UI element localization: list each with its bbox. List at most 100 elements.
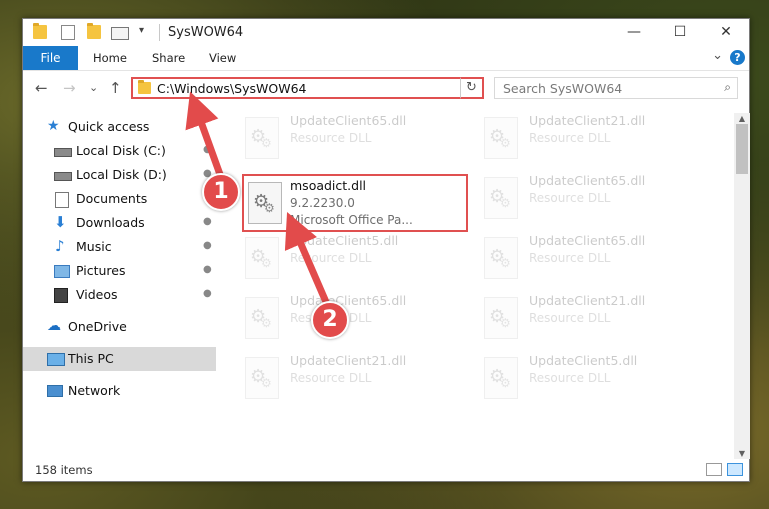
folder-icon [138, 80, 151, 94]
file-name: UpdateClient65.dll [529, 233, 646, 248]
sidebar-item-quick-access[interactable]: ★ Quick access [23, 115, 216, 139]
drive-icon [54, 172, 72, 181]
dll-file-icon [484, 357, 518, 399]
dll-file-icon [245, 297, 279, 339]
properties-icon[interactable] [61, 25, 75, 40]
sidebar-item-local-disk-d[interactable]: Local Disk (D:) ● [23, 163, 216, 187]
file-name: UpdateClient5.dll [529, 353, 638, 368]
vertical-scrollbar[interactable]: ▲ ▼ [734, 113, 750, 459]
sidebar-item-label: This PC [68, 351, 114, 366]
sidebar-item-label: Quick access [68, 119, 150, 134]
forward-button[interactable]: → [63, 80, 76, 96]
search-box[interactable]: Search SysWOW64 ⌕ [494, 77, 738, 99]
file-type: Resource DLL [290, 371, 372, 385]
sidebar-item-local-disk-c[interactable]: Local Disk (C:) ● [23, 139, 216, 163]
sidebar-item-documents[interactable]: Documents ● [23, 187, 216, 211]
file-name: UpdateClient21.dll [529, 113, 646, 128]
file-type: Resource DLL [529, 191, 611, 205]
navigation-bar: ← → ⌄ ↑ C:\Windows\SysWOW64 ⌄ ↻ Search S… [23, 70, 749, 106]
file-item[interactable]: UpdateClient65.dll Resource DLL [476, 173, 706, 227]
status-bar: 158 items [23, 459, 749, 482]
large-icons-view-icon[interactable] [727, 463, 743, 476]
sidebar-item-label: Local Disk (C:) [76, 143, 166, 158]
sidebar-item-network[interactable]: Network [23, 379, 216, 403]
sidebar-item-this-pc[interactable]: This PC [23, 347, 216, 371]
address-bar[interactable]: C:\Windows\SysWOW64 ⌄ [131, 77, 481, 99]
help-icon[interactable]: ? [730, 50, 745, 65]
sidebar-item-label: Network [68, 383, 121, 398]
file-type: Resource DLL [529, 311, 611, 325]
file-list: UpdateClient65.dll Resource DLL UpdateCl… [237, 113, 731, 459]
file-type: Resource DLL [529, 251, 611, 265]
details-view-icon[interactable] [706, 463, 722, 476]
file-item[interactable]: UpdateClient65.dll Resource DLL [237, 113, 467, 167]
file-name: UpdateClient21.dll [529, 293, 646, 308]
file-highlight-box [242, 174, 468, 232]
file-type: Resource DLL [290, 251, 372, 265]
tab-home[interactable]: Home [93, 46, 127, 70]
sidebar-item-label: OneDrive [68, 319, 127, 334]
star-icon: ★ [47, 118, 60, 134]
sidebar-item-pictures[interactable]: Pictures ● [23, 259, 216, 283]
dll-file-icon [484, 177, 518, 219]
recent-locations-icon[interactable]: ⌄ [89, 80, 98, 96]
cloud-icon: ☁ [47, 318, 61, 334]
tab-file[interactable]: File [23, 46, 78, 70]
pictures-icon [54, 265, 70, 278]
file-explorer-window: ▾ SysWOW64 — ☐ ✕ File Home Share View ⌄ … [22, 18, 750, 482]
file-item[interactable]: UpdateClient21.dll Resource DLL [237, 353, 467, 407]
title-bar: ▾ SysWOW64 — ☐ ✕ [23, 19, 749, 46]
search-icon: ⌕ [724, 80, 731, 94]
scroll-thumb[interactable] [736, 124, 748, 174]
file-type: Resource DLL [529, 131, 611, 145]
pin-icon[interactable]: ● [203, 216, 212, 227]
close-button[interactable]: ✕ [703, 19, 749, 46]
sidebar-item-downloads[interactable]: ⬇ Downloads ● [23, 211, 216, 235]
pin-icon[interactable]: ● [203, 240, 212, 251]
new-folder-icon[interactable] [87, 23, 101, 39]
sidebar-item-label: Music [76, 239, 112, 254]
file-item[interactable]: UpdateClient65.dll Resource DLL [237, 293, 467, 347]
search-input[interactable]: Search SysWOW64 [503, 81, 622, 96]
file-item[interactable]: UpdateClient65.dll Resource DLL [476, 233, 706, 287]
pin-icon[interactable]: ● [203, 144, 212, 155]
quick-access-toolbar-dropdown-icon[interactable]: ▾ [139, 25, 144, 36]
up-button[interactable]: ↑ [109, 80, 122, 96]
sidebar-item-music[interactable]: ♪ Music ● [23, 235, 216, 259]
callout-badge-2: 2 [311, 301, 349, 339]
file-item[interactable]: UpdateClient21.dll Resource DLL [476, 113, 706, 167]
window-title: SysWOW64 [168, 25, 244, 40]
sidebar-item-label: Downloads [76, 215, 145, 230]
drive-icon [54, 148, 72, 157]
file-name: UpdateClient65.dll [290, 293, 407, 308]
documents-icon [55, 192, 69, 208]
network-icon [47, 385, 63, 397]
customize-toolbar-icon[interactable] [111, 27, 129, 40]
file-name: UpdateClient21.dll [290, 353, 407, 368]
sidebar-item-videos[interactable]: Videos ● [23, 283, 216, 307]
sidebar-item-onedrive[interactable]: ☁ OneDrive [23, 315, 216, 339]
refresh-button[interactable]: ↻ [460, 77, 484, 99]
address-path[interactable]: C:\Windows\SysWOW64 [157, 81, 306, 96]
file-item[interactable]: UpdateClient5.dll Resource DLL [476, 353, 706, 407]
tab-view[interactable]: View [209, 46, 236, 70]
pin-icon[interactable]: ● [203, 288, 212, 299]
scroll-down-icon[interactable]: ▼ [734, 449, 750, 458]
callout-badge-1: 1 [202, 173, 240, 211]
folder-icon [33, 23, 47, 39]
tab-share[interactable]: Share [152, 46, 185, 70]
sidebar-item-label: Pictures [76, 263, 126, 278]
music-icon: ♪ [55, 237, 65, 255]
back-button[interactable]: ← [35, 80, 48, 96]
minimize-button[interactable]: — [611, 19, 657, 46]
scroll-up-icon[interactable]: ▲ [734, 114, 750, 123]
dll-file-icon [484, 237, 518, 279]
file-item[interactable]: UpdateClient5.dll Resource DLL [237, 233, 467, 287]
maximize-button[interactable]: ☐ [657, 19, 703, 46]
sidebar-item-label: Local Disk (D:) [76, 167, 167, 182]
file-item[interactable]: UpdateClient21.dll Resource DLL [476, 293, 706, 347]
expand-ribbon-icon[interactable]: ⌄ [712, 48, 723, 63]
sidebar-item-label: Documents [76, 191, 148, 206]
dll-file-icon [484, 297, 518, 339]
pin-icon[interactable]: ● [203, 264, 212, 275]
